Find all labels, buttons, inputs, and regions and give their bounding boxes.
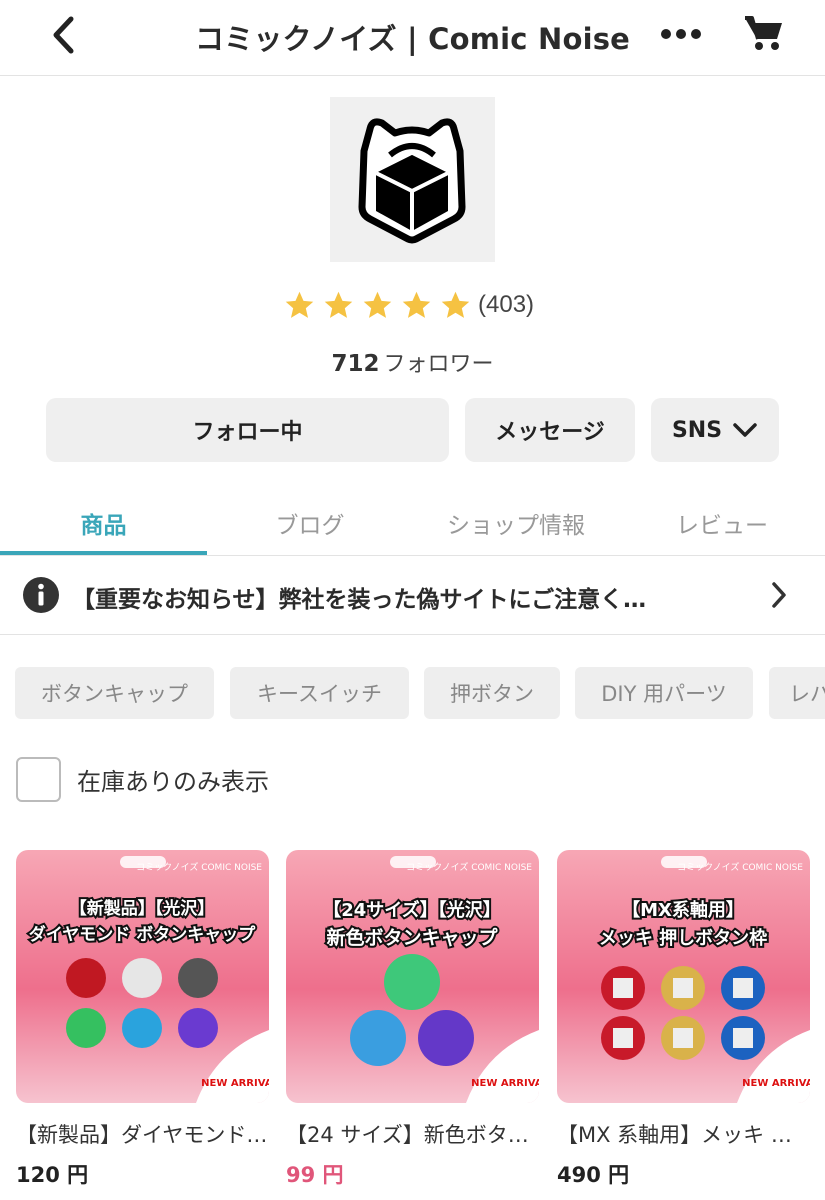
product-card[interactable]: コミックノイズ COMIC NOISE 【新製品】【光沢】 ダイヤモンド ボタン… [16,850,269,1189]
more-options-button[interactable] [657,14,705,54]
shop-tabs: 商品 ブログ ショップ情報 レビュー [0,490,825,556]
chip-diy-parts[interactable]: DIY 用パーツ [575,667,753,719]
notice-text: 【重要なお知らせ】弊社を装った偽サイトにご注意く… [72,587,647,613]
product-image[interactable]: コミックノイズ COMIC NOISE 【新製品】【光沢】 ダイヤモンド ボタン… [16,850,269,1103]
tab-reviews[interactable]: レビュー [619,490,825,556]
chip-button-caps[interactable]: ボタンキャップ [15,667,214,719]
shop-logo [330,97,495,262]
product-image-subheadline: 新色ボタンキャップ [326,926,498,949]
product-image-headline: 【新製品】【光沢】 [70,898,215,919]
in-stock-label: 在庫ありのみ表示 [77,767,269,796]
star-icon [363,291,392,318]
product-image-subheadline: ダイヤモンド ボタンキャップ [29,924,256,945]
product-image[interactable]: コミックノイズ COMIC NOISE 【24サイズ】【光沢】 新色ボタンキャッ… [286,850,539,1103]
product-image-subheadline: メッキ 押しボタン枠 [599,927,767,949]
followers-count[interactable]: 712 フォロワー [0,346,825,378]
followers-label: フォロワー [383,352,494,377]
product-image-brand: コミックノイズ COMIC NOISE [136,861,262,873]
in-stock-filter[interactable]: 在庫ありのみ表示 [16,756,269,802]
star-icon [402,291,431,318]
product-image-headline: 【MX系軸用】 [622,899,744,921]
follow-button[interactable]: フォロー中 [46,398,449,462]
important-notice-banner[interactable]: 【重要なお知らせ】弊社を装った偽サイトにご注意く… [0,556,825,635]
tab-blog[interactable]: ブログ [207,490,413,556]
star-icon [324,291,353,318]
product-card[interactable]: コミックノイズ COMIC NOISE 【24サイズ】【光沢】 新色ボタンキャッ… [286,850,539,1189]
in-stock-checkbox[interactable] [16,756,61,802]
new-arrival-badge: NEW ARRIVAL [471,1078,539,1089]
category-chips: ボタンキャップ キースイッチ 押ボタン DIY 用パーツ レバ [15,667,825,719]
cart-icon [745,16,782,50]
chevron-down-icon [733,423,757,437]
product-image-headline: 【24サイズ】【光沢】 [323,899,501,921]
product-name: 【MX 系軸用】メッキ 押… [557,1123,810,1147]
rating-count: (403) [478,291,535,318]
product-image[interactable]: コミックノイズ COMIC NOISE 【MX系軸用】 メッキ 押しボタン枠 N… [557,850,810,1103]
star-icon [285,291,314,318]
product-card[interactable]: コミックノイズ COMIC NOISE 【MX系軸用】 メッキ 押しボタン枠 N… [557,850,810,1189]
cart-button[interactable] [738,8,790,58]
product-name: 【新製品】ダイヤモンド… [16,1123,268,1147]
followers-number: 712 [331,351,380,377]
product-name: 【24 サイズ】新色ボタ… [286,1123,529,1147]
chip-push-buttons[interactable]: 押ボタン [424,667,560,719]
chip-key-switches[interactable]: キースイッチ [230,667,409,719]
sns-dropdown-button[interactable]: SNS [651,398,779,462]
top-bar: コミックノイズ | Comic Noise [0,0,825,76]
star-icon [441,291,470,318]
chip-levers[interactable]: レバ [769,667,825,719]
tab-products[interactable]: 商品 [0,490,207,556]
comic-noise-logo-icon [358,117,466,243]
shop-rating[interactable]: (403) [283,285,534,325]
active-tab-indicator [0,551,207,555]
sns-label: SNS [671,417,723,443]
message-button[interactable]: メッセージ [465,398,635,462]
new-arrival-badge: NEW ARRIVAL [742,1078,810,1089]
tab-shop-info[interactable]: ショップ情報 [413,490,619,556]
product-price: 490 円 [557,1163,630,1187]
new-arrival-badge: NEW ARRIVAL [201,1078,269,1089]
info-icon [23,577,59,613]
chevron-right-icon [772,582,786,608]
product-image-brand: コミックノイズ COMIC NOISE [677,861,803,873]
ellipsis-icon [661,29,701,39]
product-image-brand: コミックノイズ COMIC NOISE [406,861,532,873]
product-price: 120 円 [16,1163,89,1187]
product-price: 99 円 [286,1163,344,1187]
